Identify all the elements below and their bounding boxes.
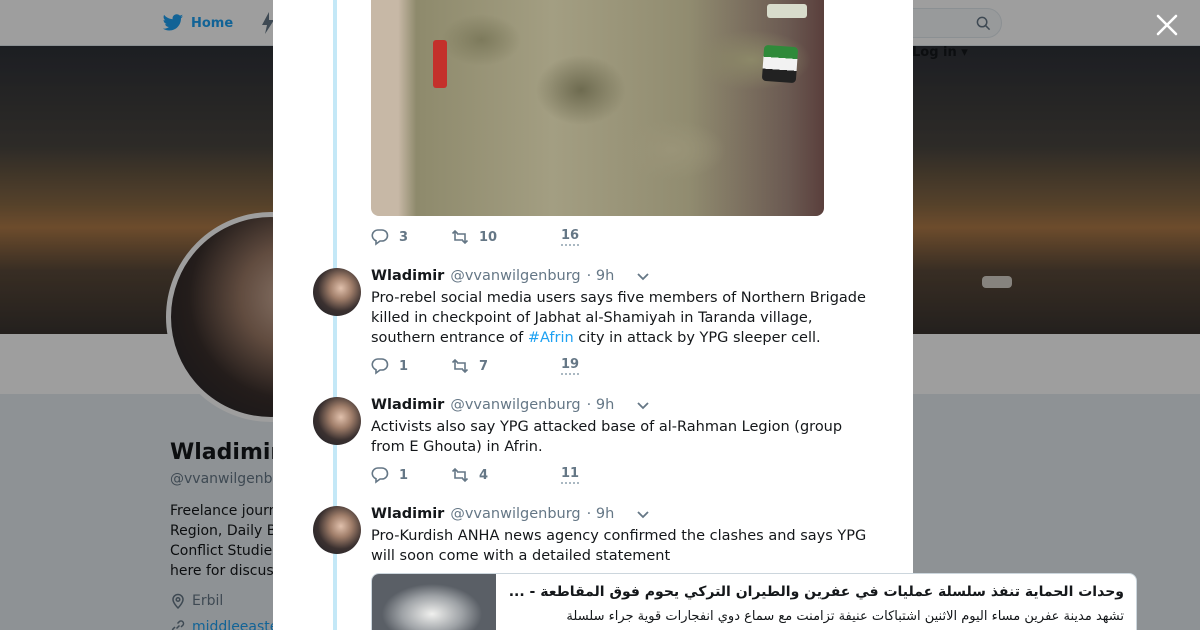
reply-count: 3 [399, 229, 409, 245]
reply-icon [371, 467, 389, 484]
reply-count: 1 [399, 467, 409, 483]
like-count: 11 [561, 466, 580, 484]
link-preview-card[interactable]: وحدات الحماية تنفذ سلسلة عمليات في عفرين… [371, 573, 1137, 630]
like-button[interactable]: 19 [561, 357, 580, 375]
chevron-down-icon[interactable] [636, 269, 650, 283]
link-card-title[interactable]: وحدات الحماية تنفذ سلسلة عمليات في عفرين… [504, 584, 1124, 600]
author-avatar[interactable] [313, 506, 361, 554]
author-handle[interactable]: @vvanwilgenburg [450, 397, 580, 413]
reply-button[interactable]: 3 [371, 228, 451, 246]
retweet-button[interactable]: 7 [451, 357, 561, 375]
tweet-timestamp[interactable]: · 9h [587, 397, 615, 413]
tweet-actions: 3 10 16 [371, 227, 580, 247]
tweet-media-image[interactable] [371, 0, 824, 216]
author-avatar[interactable] [313, 268, 361, 316]
tweet-header: Wladimir @vvanwilgenburg · 9h [371, 397, 650, 413]
tweet-header: Wladimir @vvanwilgenburg · 9h [371, 268, 650, 284]
link-card-thumbnail [372, 574, 496, 630]
author-avatar[interactable] [313, 397, 361, 445]
tweet-timestamp[interactable]: · 9h [587, 506, 615, 522]
tweet-header: Wladimir @vvanwilgenburg · 9h [371, 506, 650, 522]
tweet-text: Pro-Kurdish ANHA news agency confirmed t… [371, 528, 867, 564]
close-icon [1156, 14, 1178, 36]
reply-count: 1 [399, 358, 409, 374]
retweet-count: 10 [479, 229, 498, 245]
retweet-icon [451, 467, 469, 483]
tweet-timestamp[interactable]: · 9h [587, 268, 615, 284]
like-button[interactable]: 16 [561, 228, 580, 246]
author-handle[interactable]: @vvanwilgenburg [450, 268, 580, 284]
like-count: 16 [561, 228, 580, 246]
chevron-down-icon[interactable] [636, 507, 650, 521]
chevron-down-icon[interactable] [636, 398, 650, 412]
tweet-text: Activists also say YPG attacked base of … [371, 419, 843, 455]
author-name[interactable]: Wladimir [371, 397, 444, 413]
hashtag-link[interactable]: #Afrin [528, 330, 574, 346]
author-handle[interactable]: @vvanwilgenburg [450, 506, 580, 522]
tweet-text-part: city in attack by YPG sleeper cell. [573, 330, 821, 346]
link-card-description: تشهد مدينة عفرين مساء اليوم الاثنين اشتب… [566, 609, 1124, 624]
reply-icon [371, 229, 389, 246]
retweet-icon [451, 229, 469, 245]
reply-icon [371, 358, 389, 375]
retweet-button[interactable]: 4 [451, 466, 561, 484]
like-count: 19 [561, 357, 580, 375]
reply-button[interactable]: 1 [371, 466, 451, 484]
retweet-button[interactable]: 10 [451, 228, 561, 246]
tweet-actions: 1 4 11 [371, 465, 580, 485]
flag-patch-syrian-opposition [761, 44, 799, 84]
retweet-count: 7 [479, 358, 489, 374]
tweet-text: Pro-rebel social media users says five m… [371, 288, 871, 348]
flag-patch-turkey [433, 40, 447, 88]
tweet-thread-modal: 3 10 16 Wladimir @vvanwilgenburg · 9h Pr… [273, 0, 913, 630]
like-button[interactable]: 11 [561, 466, 580, 484]
author-name[interactable]: Wladimir [371, 268, 444, 284]
close-modal-button[interactable] [1154, 12, 1180, 38]
retweet-icon [451, 358, 469, 374]
reply-button[interactable]: 1 [371, 357, 451, 375]
retweet-count: 4 [479, 467, 489, 483]
author-name[interactable]: Wladimir [371, 506, 444, 522]
tweet-actions: 1 7 19 [371, 356, 580, 376]
uniform-patch [767, 4, 807, 18]
